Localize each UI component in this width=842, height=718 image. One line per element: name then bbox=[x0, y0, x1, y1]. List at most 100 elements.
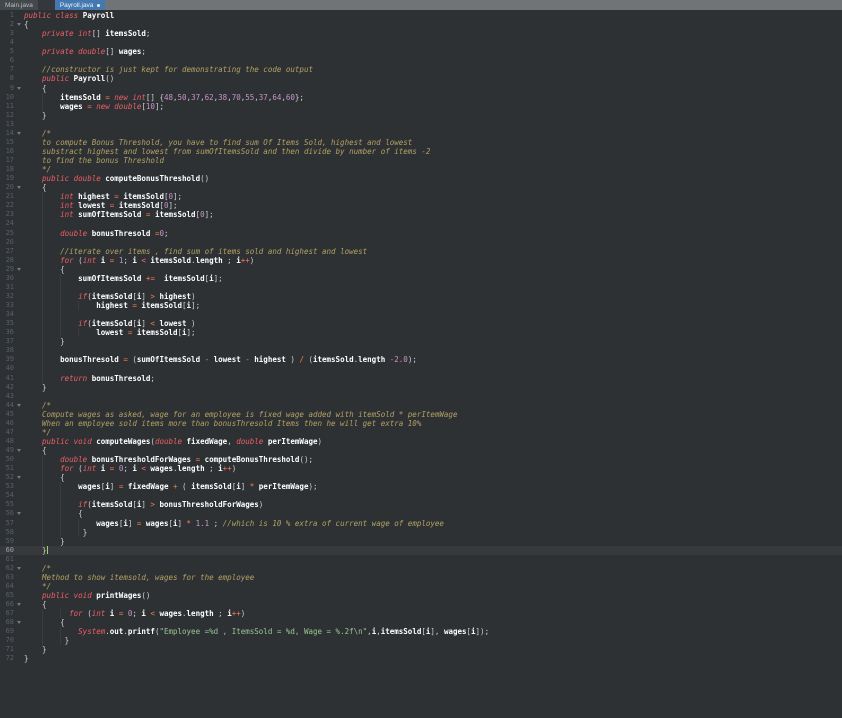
code-text[interactable]: When an employee sold items more than bo… bbox=[24, 419, 842, 428]
code-text[interactable]: for (int i = 0; i < wages.length ; i++) bbox=[24, 609, 842, 618]
code-line[interactable]: 2{ bbox=[0, 20, 842, 29]
code-line[interactable]: 31 bbox=[0, 283, 842, 292]
code-text[interactable]: int highest = itemsSold[0]; bbox=[24, 192, 842, 201]
code-text[interactable]: to compute Bonus Threshold, you have to … bbox=[24, 138, 842, 147]
code-text[interactable]: for (int i = 0; i < wages.length ; i++) bbox=[24, 464, 842, 473]
code-line[interactable]: 6 bbox=[0, 56, 842, 65]
code-text[interactable]: System.out.printf("Employee =%d , ItemsS… bbox=[24, 627, 842, 636]
code-text[interactable]: /* bbox=[24, 129, 842, 138]
code-line[interactable]: 7//constructor is just kept for demonstr… bbox=[0, 65, 842, 74]
code-text[interactable]: private double[] wages; bbox=[24, 47, 842, 56]
code-text[interactable]: public class Payroll bbox=[24, 11, 842, 20]
fold-marker-icon[interactable] bbox=[17, 567, 21, 570]
code-line[interactable]: 11wages = new double[10]; bbox=[0, 102, 842, 111]
code-line[interactable]: 42} bbox=[0, 383, 842, 392]
code-line[interactable]: 53wages[i] = fixedWage + ( itemsSold[i] … bbox=[0, 482, 842, 491]
code-text[interactable]: */ bbox=[24, 428, 842, 437]
code-line[interactable]: 4 bbox=[0, 38, 842, 47]
code-text[interactable]: } bbox=[24, 528, 842, 537]
code-line[interactable]: 52{ bbox=[0, 473, 842, 482]
code-text[interactable]: itemsSold = new int[] {48,50,37,62,38,70… bbox=[24, 93, 842, 102]
code-text[interactable]: public Payroll() bbox=[24, 74, 842, 83]
code-text[interactable]: } bbox=[24, 636, 842, 645]
code-text[interactable] bbox=[24, 38, 842, 47]
code-text[interactable]: Compute wages as asked, wage for an empl… bbox=[24, 410, 842, 419]
fold-marker-icon[interactable] bbox=[17, 512, 21, 515]
code-line[interactable]: 49{ bbox=[0, 446, 842, 455]
code-text[interactable]: /* bbox=[24, 401, 842, 410]
code-text[interactable]: //constructor is just kept for demonstra… bbox=[24, 65, 842, 74]
code-text[interactable]: */ bbox=[24, 165, 842, 174]
code-line[interactable]: 5private double[] wages; bbox=[0, 47, 842, 56]
code-text[interactable]: } bbox=[24, 337, 842, 346]
code-text[interactable]: } bbox=[24, 383, 842, 392]
code-line[interactable]: 9{ bbox=[0, 84, 842, 93]
code-text[interactable]: highest = itemsSold[i]; bbox=[24, 301, 842, 310]
code-line[interactable]: 54 bbox=[0, 491, 842, 500]
code-line[interactable]: 36lowest = itemsSold[i]; bbox=[0, 328, 842, 337]
code-line[interactable]: 17to find the bonus Threshold bbox=[0, 156, 842, 165]
code-text[interactable]: public void computeWages(double fixedWag… bbox=[24, 437, 842, 446]
code-line[interactable]: 55if(itemsSold[i] > bonusThresholdForWag… bbox=[0, 500, 842, 509]
code-line[interactable]: 20{ bbox=[0, 183, 842, 192]
code-text[interactable]: wages = new double[10]; bbox=[24, 102, 842, 111]
code-line[interactable]: 56{ bbox=[0, 509, 842, 518]
code-line[interactable]: 30sumOfItemsSold += itemsSold[i]; bbox=[0, 274, 842, 283]
code-line[interactable]: 59} bbox=[0, 537, 842, 546]
fold-marker-icon[interactable] bbox=[17, 132, 21, 135]
code-line[interactable]: 63Method to show itemsold, wages for the… bbox=[0, 573, 842, 582]
code-text[interactable] bbox=[24, 56, 842, 65]
code-line[interactable]: 22int lowest = itemsSold[0]; bbox=[0, 201, 842, 210]
code-line[interactable]: 10itemsSold = new int[] {48,50,37,62,38,… bbox=[0, 93, 842, 102]
fold-marker-icon[interactable] bbox=[17, 476, 21, 479]
code-line[interactable]: 29{ bbox=[0, 265, 842, 274]
code-text[interactable]: int sumOfItemsSold = itemsSold[0]; bbox=[24, 210, 842, 219]
fold-marker-icon[interactable] bbox=[17, 603, 21, 606]
code-text[interactable]: to find the bonus Threshold bbox=[24, 156, 842, 165]
code-text[interactable]: double bonusThresold =0; bbox=[24, 229, 842, 238]
tab-payroll-java[interactable]: Payroll.java bbox=[55, 0, 106, 10]
code-text[interactable]: int lowest = itemsSold[0]; bbox=[24, 201, 842, 210]
code-text[interactable]: public double computeBonusThreshold() bbox=[24, 174, 842, 183]
code-line[interactable]: 43 bbox=[0, 392, 842, 401]
code-line[interactable]: 66{ bbox=[0, 600, 842, 609]
code-text[interactable]: private int[] itemsSold; bbox=[24, 29, 842, 38]
code-line[interactable]: 51for (int i = 0; i < wages.length ; i++… bbox=[0, 464, 842, 473]
code-text[interactable]: if(itemsSold[i] > highest) bbox=[24, 292, 842, 301]
code-line[interactable]: 28for (int i = 1; i < itemsSold.length ;… bbox=[0, 256, 842, 265]
code-line[interactable]: 71} bbox=[0, 645, 842, 654]
code-text[interactable]: double bonusThresholdForWages = computeB… bbox=[24, 455, 842, 464]
code-line[interactable]: 44/* bbox=[0, 401, 842, 410]
code-text[interactable]: //iterate over items , find sum of items… bbox=[24, 247, 842, 256]
code-line[interactable]: 34 bbox=[0, 310, 842, 319]
code-line[interactable]: 14/* bbox=[0, 129, 842, 138]
code-text[interactable]: substract highest and lowest from sumOfI… bbox=[24, 147, 842, 156]
code-text[interactable]: */ bbox=[24, 582, 842, 591]
code-text[interactable]: wages[i] = fixedWage + ( itemsSold[i] * … bbox=[24, 482, 842, 491]
code-text[interactable] bbox=[24, 219, 842, 228]
code-line[interactable]: 26 bbox=[0, 238, 842, 247]
code-line[interactable]: 16substract highest and lowest from sumO… bbox=[0, 147, 842, 156]
code-text[interactable] bbox=[24, 310, 842, 319]
code-text[interactable]: sumOfItemsSold += itemsSold[i]; bbox=[24, 274, 842, 283]
code-line[interactable]: 15to compute Bonus Threshold, you have t… bbox=[0, 138, 842, 147]
code-text[interactable] bbox=[24, 491, 842, 500]
fold-marker-icon[interactable] bbox=[17, 449, 21, 452]
code-text[interactable] bbox=[24, 346, 842, 355]
code-line[interactable]: 47*/ bbox=[0, 428, 842, 437]
code-text[interactable] bbox=[24, 238, 842, 247]
tab-main-java[interactable]: Main.java bbox=[0, 0, 38, 10]
code-line[interactable]: 65public void printWages() bbox=[0, 591, 842, 600]
code-line[interactable]: 64*/ bbox=[0, 582, 842, 591]
code-text[interactable]: } bbox=[24, 654, 842, 663]
editor-pane[interactable]: 1public class Payroll2{3private int[] it… bbox=[0, 10, 842, 718]
code-line[interactable]: 32if(itemsSold[i] > highest) bbox=[0, 292, 842, 301]
code-text[interactable]: if(itemsSold[i] < lowest ) bbox=[24, 319, 842, 328]
code-text[interactable]: { bbox=[24, 265, 842, 274]
code-text[interactable] bbox=[24, 555, 842, 564]
code-line[interactable]: 46When an employee sold items more than … bbox=[0, 419, 842, 428]
code-text[interactable] bbox=[24, 283, 842, 292]
fold-marker-icon[interactable] bbox=[17, 404, 21, 407]
fold-marker-icon[interactable] bbox=[17, 621, 21, 624]
code-line[interactable]: 23int sumOfItemsSold = itemsSold[0]; bbox=[0, 210, 842, 219]
